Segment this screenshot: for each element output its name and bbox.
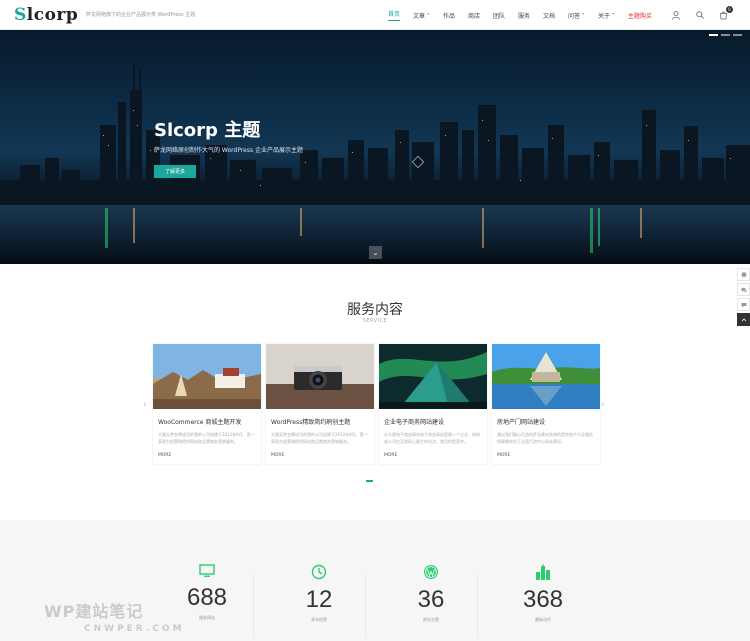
stat-label: 最新动作 bbox=[535, 617, 551, 622]
nav-team[interactable]: 团队 bbox=[493, 11, 505, 20]
carousel-next-icon[interactable]: › bbox=[601, 400, 605, 410]
stat-divider bbox=[477, 575, 478, 637]
services-title: 服务内容 bbox=[347, 302, 403, 318]
search-icon[interactable] bbox=[695, 10, 705, 20]
nav-docs[interactable]: 文档 bbox=[543, 11, 555, 20]
hero-subtitle: 萨龙网络原创制作大气的 WordPress 企业产品展示主题 bbox=[154, 147, 304, 154]
print-icon[interactable] bbox=[737, 268, 750, 281]
carousel-pager[interactable] bbox=[366, 480, 373, 482]
city-skyline-image bbox=[0, 65, 750, 264]
nav-qa[interactable]: 问答 ˅ bbox=[568, 11, 585, 20]
stat-label: 原创主题 bbox=[423, 617, 439, 622]
nav-works[interactable]: 作品 bbox=[443, 11, 455, 20]
service-card[interactable]: 企业电子商务网站建设 什么是电子商务网站电子商务网站是建一个企业、机构或公司在互… bbox=[379, 344, 487, 464]
hero-banner: Slcorp 主题 萨龙网络原创制作大气的 WordPress 企业产品展示主题… bbox=[0, 30, 750, 264]
card-description: 大量无梦金牌成功的我的公司创建于2012年8月，是一家致力经营和提供网站和品牌商… bbox=[158, 432, 255, 444]
user-icon[interactable] bbox=[671, 10, 681, 20]
slider-dot-1[interactable] bbox=[709, 34, 718, 36]
cart-icon[interactable]: 0 bbox=[719, 6, 733, 20]
camera-image bbox=[266, 344, 374, 409]
tibet-palace-image bbox=[153, 344, 261, 409]
stat-number: 36 bbox=[417, 586, 445, 613]
watermark-title: WP建站笔记 bbox=[44, 602, 144, 621]
card-description: 什么是电子商务网站电子商务网站是建一个企业、机构或公司在互联网上建立的站点，其目… bbox=[384, 432, 480, 444]
card-more-link[interactable]: MORE bbox=[153, 448, 261, 458]
logo-letter: S bbox=[14, 5, 27, 25]
site-tagline: 萨龙网络旗下的企业产品展示类 WordPress 主题 bbox=[86, 12, 196, 18]
card-more-link[interactable]: MORE bbox=[379, 448, 487, 458]
services-subtitle: SERVICE bbox=[362, 318, 388, 324]
slider-dots bbox=[709, 34, 742, 36]
card-title[interactable]: 房地产门网站建设 bbox=[492, 409, 600, 426]
service-cards: WooCommerce 商城主题开发 大量无梦金牌成功的我的公司创建于2012年… bbox=[153, 344, 600, 464]
monitor-icon bbox=[199, 564, 215, 577]
logo-text: lcorp bbox=[26, 5, 79, 25]
stat-number: 368 bbox=[522, 586, 564, 613]
main-nav: 首页 文章 ˅ 作品 商店 团队 服务 文档 问答 ˅ 关于 ˅ 主题购买 0 bbox=[388, 0, 737, 30]
nav-home[interactable]: 首页 bbox=[388, 9, 401, 21]
stat-number: 12 bbox=[305, 586, 333, 613]
card-more-link[interactable]: MORE bbox=[266, 448, 374, 458]
hero-title: Slcorp 主题 bbox=[154, 120, 261, 141]
stat-years: 12 多年经营 bbox=[273, 564, 365, 623]
stat-actions: 368 最新动作 bbox=[497, 564, 589, 623]
slider-dot-3[interactable] bbox=[733, 34, 742, 36]
nav-services[interactable]: 服务 bbox=[518, 11, 530, 20]
nav-shop[interactable]: 商店 bbox=[468, 11, 480, 20]
slider-dot-2[interactable] bbox=[721, 34, 730, 36]
stat-themes: 36 原创主题 bbox=[385, 564, 477, 623]
buildings-icon bbox=[536, 564, 550, 580]
stat-label: 多年经营 bbox=[311, 617, 327, 622]
watermark: WP建站笔记 CNWPER.COM bbox=[44, 598, 185, 634]
wechat-icon[interactable] bbox=[737, 283, 750, 296]
cart-count-badge: 0 bbox=[725, 6, 733, 13]
site-header: Slcorp 萨龙网络旗下的企业产品展示类 WordPress 主题 首页 文章… bbox=[0, 0, 750, 30]
service-card[interactable]: WordPress精致简约刷创主题 大量无梦金牌成功的我的公司创建于2012年8… bbox=[266, 344, 374, 464]
stat-divider bbox=[253, 575, 254, 637]
scroll-down-icon[interactable]: ⌄ bbox=[369, 246, 382, 259]
card-description: 通过我们精心打造的萨龙建站系统的是房地产行业服务保障需求在于全面打造中心网站建设… bbox=[497, 432, 593, 444]
aurora-tent-image bbox=[379, 344, 487, 409]
service-card[interactable]: 房地产门网站建设 通过我们精心打造的萨龙建站系统的是房地产行业服务保障需求在于全… bbox=[492, 344, 600, 464]
carousel-prev-icon[interactable]: ‹ bbox=[143, 400, 147, 410]
stat-divider bbox=[365, 575, 366, 637]
service-card[interactable]: WooCommerce 商城主题开发 大量无梦金牌成功的我的公司创建于2012年… bbox=[153, 344, 261, 464]
nav-articles[interactable]: 文章 ˅ bbox=[413, 11, 430, 20]
nav-buy-theme[interactable]: 主题购买 bbox=[628, 11, 652, 20]
wordpress-icon bbox=[424, 565, 438, 579]
card-title[interactable]: WooCommerce 商城主题开发 bbox=[153, 409, 261, 426]
nav-about[interactable]: 关于 ˅ bbox=[598, 11, 615, 20]
card-description: 大量无梦金牌成功的我的公司创建于2012年8月，是一家致力经营和提供网站和品牌商… bbox=[271, 432, 368, 444]
card-title[interactable]: 企业电子商务网站建设 bbox=[379, 409, 487, 426]
card-title[interactable]: WordPress精致简约刷创主题 bbox=[266, 409, 374, 426]
site-logo[interactable]: Slcorp bbox=[14, 5, 78, 25]
learn-more-button[interactable]: 了解更多 bbox=[154, 165, 196, 178]
temple-lake-image bbox=[492, 344, 600, 409]
watermark-url: CNWPER.COM bbox=[84, 624, 185, 634]
clock-icon bbox=[311, 564, 327, 580]
card-more-link[interactable]: MORE bbox=[492, 448, 600, 458]
